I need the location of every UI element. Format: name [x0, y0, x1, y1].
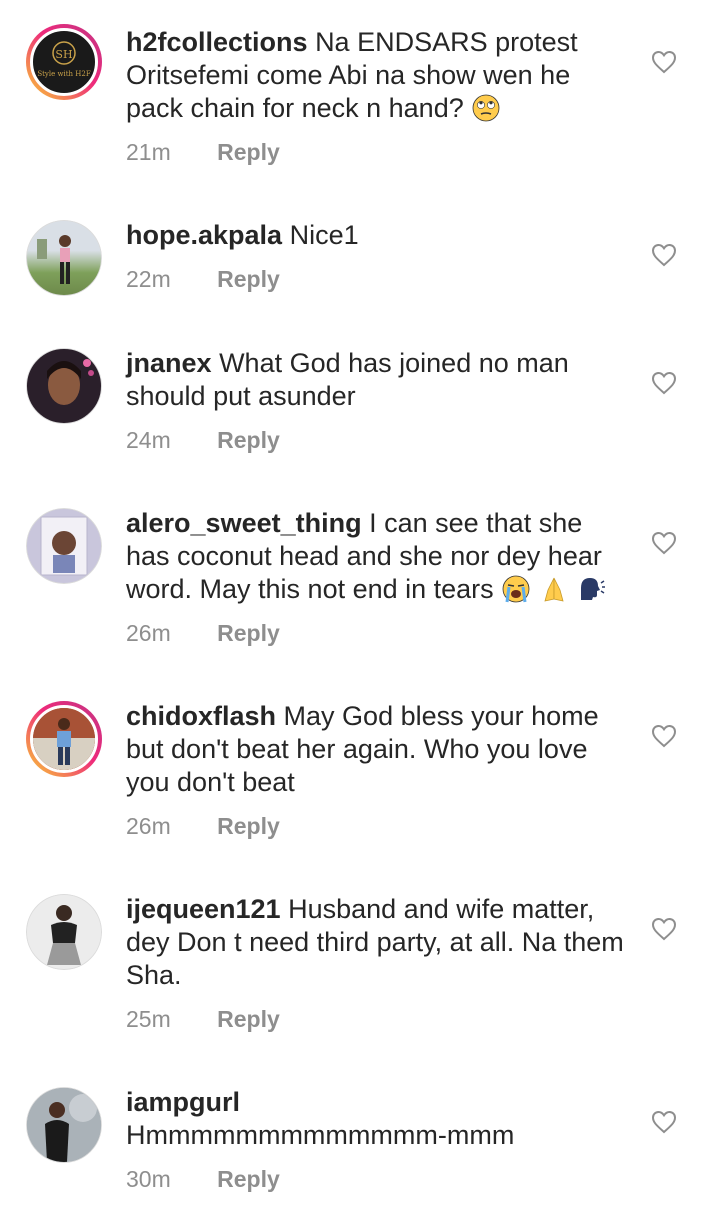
folded-hands-icon — [544, 577, 564, 602]
comment-meta: 21m Reply — [126, 139, 280, 166]
comment-text: chidoxflash May God bless your home but … — [126, 700, 626, 799]
comment-time: 30m — [126, 1166, 171, 1192]
like-heart-icon[interactable] — [651, 724, 677, 748]
comment-text: ijequeen121 Husband and wife matter, dey… — [126, 893, 626, 992]
comment-meta: 30m Reply — [126, 1166, 280, 1193]
like-heart-icon[interactable] — [651, 531, 677, 555]
loudly-crying-face-icon — [502, 575, 530, 603]
person-photo-icon — [47, 359, 94, 405]
comment-text: iampgurl Hmmmmmmmmmmmmm-mmm — [126, 1086, 626, 1152]
comment-time: 24m — [126, 427, 171, 453]
comment-time: 26m — [126, 813, 171, 839]
comment-text: alero_sweet_thing I can see that she has… — [126, 507, 626, 606]
avatar[interactable] — [26, 894, 102, 970]
like-heart-icon[interactable] — [651, 371, 677, 395]
svg-text:Style with H2F: Style with H2F — [37, 70, 91, 78]
comment-username[interactable]: iampgurl — [126, 1087, 240, 1117]
like-heart-icon[interactable] — [651, 1110, 677, 1134]
comment-username[interactable]: jnanex — [126, 348, 212, 378]
comment-text: h2fcollections Na ENDSARS protest Oritse… — [126, 26, 626, 125]
avatar[interactable] — [26, 220, 102, 296]
person-photo-icon — [47, 905, 81, 965]
avatar[interactable] — [26, 348, 102, 424]
like-heart-icon[interactable] — [651, 243, 677, 267]
face-with-rolling-eyes-icon — [472, 94, 500, 122]
comment-username[interactable]: ijequeen121 — [126, 894, 281, 924]
person-photo-icon — [33, 708, 95, 770]
person-photo-icon — [40, 516, 88, 576]
comment-text: hope.akpala Nice1 — [126, 219, 626, 252]
speaking-head-icon — [581, 578, 606, 600]
reply-button[interactable]: Reply — [217, 813, 280, 839]
comment-username[interactable]: chidoxflash — [126, 701, 276, 731]
like-heart-icon[interactable] — [651, 50, 677, 74]
reply-button[interactable]: Reply — [217, 1166, 280, 1192]
comment-time: 22m — [126, 266, 171, 292]
comment-body: Nice1 — [289, 220, 359, 250]
reply-button[interactable]: Reply — [217, 266, 280, 292]
comment-time: 21m — [126, 139, 171, 165]
reply-button[interactable]: Reply — [217, 1006, 280, 1032]
reply-button[interactable]: Reply — [217, 139, 280, 165]
avatar[interactable] — [26, 701, 102, 777]
comment-text: jnanex What God has joined no man should… — [126, 347, 626, 413]
comment-meta: 26m Reply — [126, 620, 280, 647]
comment-time: 25m — [126, 1006, 171, 1032]
comment-time: 26m — [126, 620, 171, 646]
avatar[interactable] — [26, 508, 102, 584]
comment-meta: 26m Reply — [126, 813, 280, 840]
person-photo-icon — [37, 235, 71, 284]
comment-meta: 25m Reply — [126, 1006, 280, 1033]
reply-button[interactable]: Reply — [217, 620, 280, 646]
comment-meta: 24m Reply — [126, 427, 280, 454]
comment-username[interactable]: hope.akpala — [126, 220, 282, 250]
brand-logo-icon: SH Style with H2F — [37, 41, 91, 78]
reply-button[interactable]: Reply — [217, 427, 280, 453]
person-photo-icon — [27, 1088, 101, 1162]
comment-meta: 22m Reply — [126, 266, 280, 293]
like-heart-icon[interactable] — [651, 917, 677, 941]
avatar[interactable]: SH Style with H2F — [26, 24, 102, 100]
comment-username[interactable]: h2fcollections — [126, 27, 308, 57]
comment-body: Hmmmmmmmmmmmmm-mmm — [126, 1120, 515, 1150]
comment-username[interactable]: alero_sweet_thing — [126, 508, 362, 538]
avatar[interactable] — [26, 1087, 102, 1163]
svg-text:SH: SH — [55, 48, 72, 61]
